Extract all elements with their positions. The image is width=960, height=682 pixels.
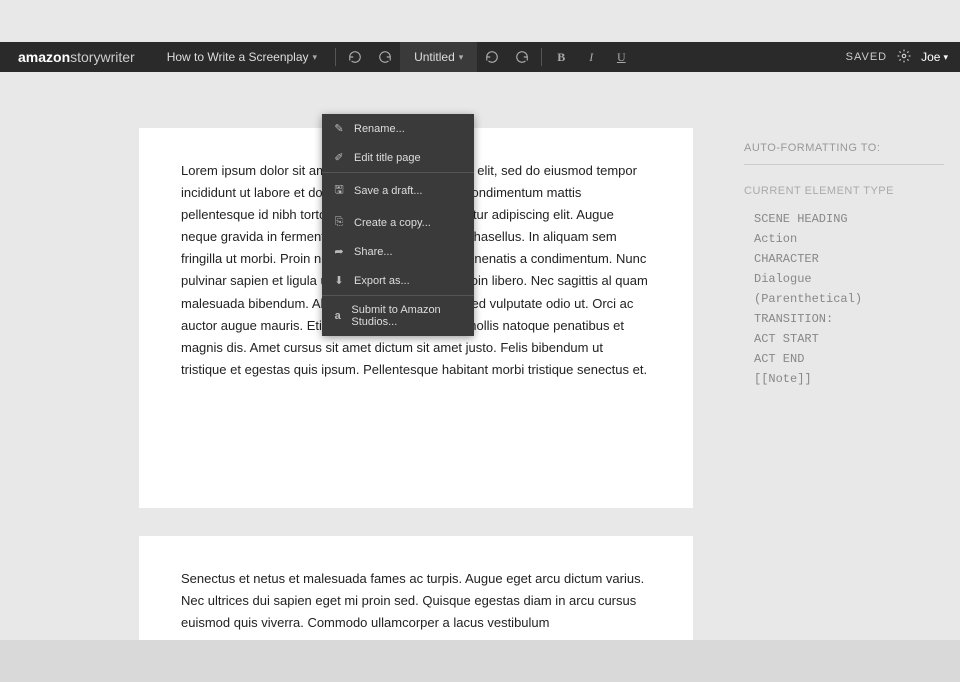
document-dropdown: ✎Rename... ✐Edit title page 🖫Save a draf…	[322, 114, 474, 336]
logo: amazonstorywriter	[0, 49, 153, 65]
document-menu-trigger[interactable]: Untitled ▾	[400, 42, 477, 72]
howto-label: How to Write a Screenplay	[167, 50, 309, 64]
logo-brand: amazon	[18, 49, 70, 65]
type-note[interactable]: [[Note]]	[744, 369, 944, 389]
topbar: amazonstorywriter How to Write a Screenp…	[0, 42, 960, 72]
document-name: Untitled	[414, 50, 455, 64]
undo-button[interactable]	[340, 42, 370, 72]
logo-product: storywriter	[70, 49, 135, 65]
howto-link[interactable]: How to Write a Screenplay ▾	[153, 42, 331, 72]
download-icon: ⬇	[332, 274, 346, 287]
share-icon: ➦	[332, 245, 346, 258]
type-action[interactable]: Action	[744, 229, 944, 249]
pencil-icon: ✎	[332, 122, 346, 135]
amazon-icon: a	[332, 310, 343, 322]
menu-save-draft[interactable]: 🖫Save a draft...	[322, 173, 474, 208]
menu-rename[interactable]: ✎Rename...	[322, 114, 474, 143]
current-type-label: CURRENT ELEMENT TYPE	[744, 185, 944, 197]
autofmt-label: AUTO-FORMATTING TO:	[744, 142, 944, 154]
copy-icon: ⎘	[332, 216, 346, 229]
sidebar: AUTO-FORMATTING TO: CURRENT ELEMENT TYPE…	[744, 142, 944, 389]
gear-icon[interactable]	[897, 49, 911, 66]
redo-button-2[interactable]	[507, 42, 537, 72]
divider	[541, 48, 542, 66]
chevron-down-icon: ▾	[943, 52, 948, 63]
bold-button[interactable]: B	[546, 42, 576, 72]
menu-export[interactable]: ⬇Export as...	[322, 266, 474, 295]
edit-icon: ✐	[332, 151, 346, 164]
content-area: Lorem ipsum dolor sit amet, consectetur …	[0, 114, 960, 682]
redo-button[interactable]	[370, 42, 400, 72]
italic-button[interactable]: I	[576, 42, 606, 72]
type-character[interactable]: CHARACTER	[744, 249, 944, 269]
menu-copy[interactable]: ⎘Create a copy...	[322, 208, 474, 237]
user-name: Joe	[921, 50, 940, 64]
element-type-list: SCENE HEADING Action CHARACTER Dialogue …	[744, 209, 944, 389]
save-icon: 🖫	[332, 181, 346, 200]
type-transition[interactable]: TRANSITION:	[744, 309, 944, 329]
chevron-down-icon: ▾	[313, 52, 318, 63]
type-scene-heading[interactable]: SCENE HEADING	[744, 209, 944, 229]
menu-submit[interactable]: aSubmit to Amazon Studios...	[322, 296, 474, 336]
type-act-start[interactable]: ACT START	[744, 329, 944, 349]
save-status: SAVED	[846, 51, 887, 63]
divider	[335, 48, 336, 66]
divider	[744, 164, 944, 165]
user-menu[interactable]: Joe▾	[921, 50, 948, 64]
menu-share[interactable]: ➦Share...	[322, 237, 474, 266]
menu-edit-title[interactable]: ✐Edit title page	[322, 143, 474, 172]
undo-button-2[interactable]	[477, 42, 507, 72]
type-dialogue[interactable]: Dialogue	[744, 269, 944, 289]
type-act-end[interactable]: ACT END	[744, 349, 944, 369]
chevron-down-icon: ▾	[459, 52, 464, 63]
footer-bar	[0, 640, 960, 682]
underline-button[interactable]: U	[606, 42, 636, 72]
type-parenthetical[interactable]: (Parenthetical)	[744, 289, 944, 309]
